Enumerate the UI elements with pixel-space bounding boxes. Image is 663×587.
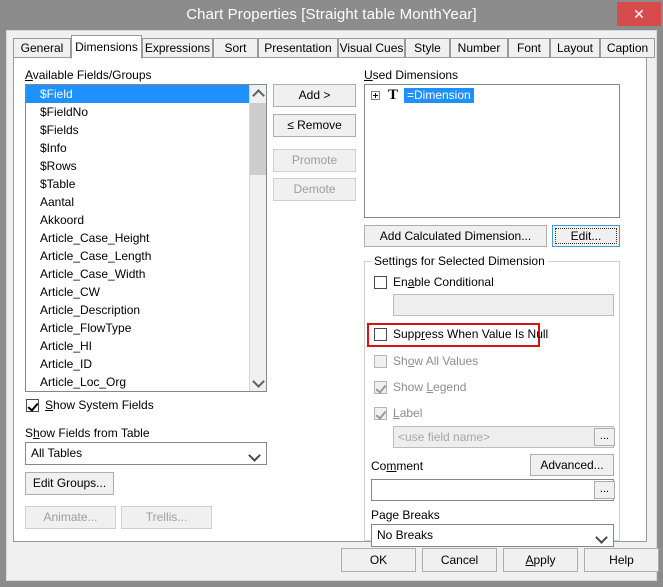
list-item[interactable]: $Fields <box>26 121 249 139</box>
list-item[interactable]: Article_ID <box>26 355 249 373</box>
show-fields-from-table-combo[interactable]: All Tables <box>25 442 267 465</box>
animate-button: Animate... <box>25 506 116 529</box>
tab-caption[interactable]: Caption <box>600 38 655 58</box>
promote-button: Promote <box>273 149 356 172</box>
text-field-icon: T <box>388 87 399 103</box>
list-item[interactable]: $FieldNo <box>26 103 249 121</box>
list-item[interactable]: Article_FlowType <box>26 319 249 337</box>
tab-style[interactable]: Style <box>405 38 450 58</box>
page-breaks-value: No Breaks <box>377 528 434 542</box>
check-icon <box>375 382 387 394</box>
dialog-client: General Dimensions Expressions Sort Pres… <box>6 30 659 581</box>
enable-conditional-checkbox[interactable] <box>374 276 387 289</box>
advanced-button[interactable]: Advanced... <box>530 454 614 476</box>
tree-row[interactable]: T =Dimension <box>365 85 619 105</box>
list-item[interactable]: Article_HI <box>26 337 249 355</box>
available-fields-list[interactable]: $Field $FieldNo $Fields $Info $Rows $Tab… <box>25 84 267 392</box>
label-checkbox <box>374 407 387 420</box>
show-all-values-label: Show All Values <box>393 354 479 368</box>
check-icon <box>375 408 387 420</box>
used-dimensions-label: Used Dimensions <box>364 68 459 82</box>
add-dimension-button[interactable]: Add > <box>273 84 356 107</box>
expand-plus-icon[interactable] <box>371 91 380 100</box>
label-field-browse-button[interactable]: ... <box>594 428 615 446</box>
available-fields-label: Available Fields/Groups <box>25 68 152 82</box>
trellis-button: Trellis... <box>121 506 212 529</box>
scroll-down-icon[interactable] <box>250 374 266 391</box>
show-system-fields-checkbox[interactable] <box>26 399 39 412</box>
show-fields-from-table-label: Show Fields from Table <box>25 426 150 440</box>
comment-label: Comment <box>371 459 424 473</box>
chart-properties-dialog: Chart Properties [Straight table MonthYe… <box>0 0 663 581</box>
window-title: Chart Properties [Straight table MonthYe… <box>186 6 477 23</box>
list-item[interactable]: Article_CW <box>26 283 249 301</box>
settings-group-title: Settings for Selected Dimension <box>371 254 548 268</box>
ok-button[interactable]: OK <box>341 548 416 572</box>
used-dimensions-tree[interactable]: T =Dimension <box>364 84 620 218</box>
title-bar: Chart Properties [Straight table MonthYe… <box>0 0 663 30</box>
list-item[interactable]: $Table <box>26 175 249 193</box>
apply-button[interactable]: Apply <box>503 548 578 572</box>
cancel-button[interactable]: Cancel <box>422 548 497 572</box>
remove-dimension-button[interactable]: ≤ Remove <box>273 114 356 137</box>
edit-dimension-button[interactable]: Edit... <box>552 225 620 247</box>
list-item[interactable]: Akkoord <box>26 211 249 229</box>
scroll-up-icon[interactable] <box>250 85 266 102</box>
focus-outline <box>555 228 617 244</box>
tab-font[interactable]: Font <box>508 38 550 58</box>
show-fields-from-table-value: All Tables <box>31 446 83 460</box>
demote-button: Demote <box>273 178 356 201</box>
suppress-when-value-is-null-checkbox[interactable] <box>374 328 387 341</box>
page-breaks-label: Page Breaks <box>371 508 440 522</box>
list-item[interactable]: Article_Description <box>26 301 249 319</box>
list-item[interactable]: $Rows <box>26 157 249 175</box>
tab-strip: General Dimensions Expressions Sort Pres… <box>13 35 655 59</box>
edit-groups-button[interactable]: Edit Groups... <box>25 472 114 495</box>
tab-visual-cues[interactable]: Visual Cues <box>338 38 405 58</box>
comment-field[interactable] <box>371 479 614 501</box>
show-system-fields-label: Show System Fields <box>45 398 154 412</box>
help-button[interactable]: Help <box>584 548 659 572</box>
check-icon <box>27 400 39 412</box>
enable-conditional-label: Enable Conditional <box>393 275 494 289</box>
available-fields-scrollbar[interactable] <box>249 85 266 391</box>
list-item[interactable]: Aantal <box>26 193 249 211</box>
close-icon[interactable]: ✕ <box>617 2 661 26</box>
show-legend-checkbox <box>374 381 387 394</box>
available-fields-items: $Field $FieldNo $Fields $Info $Rows $Tab… <box>26 85 249 391</box>
add-calculated-dimension-button[interactable]: Add Calculated Dimension... <box>364 225 547 247</box>
tab-general[interactable]: General <box>13 38 71 58</box>
show-all-values-checkbox <box>374 355 387 368</box>
list-item[interactable]: Article_Case_Length <box>26 247 249 265</box>
label-checkbox-label: Label <box>393 406 423 420</box>
show-legend-label: Show Legend <box>393 380 467 394</box>
list-item[interactable]: $Info <box>26 139 249 157</box>
conditional-expression-field <box>393 294 614 316</box>
list-item[interactable]: Article_Case_Width <box>26 265 249 283</box>
tab-presentation[interactable]: Presentation <box>258 38 338 58</box>
tab-dimensions[interactable]: Dimensions <box>71 35 142 59</box>
list-item[interactable]: Article_Loc_Org <box>26 373 249 391</box>
used-dimension-label[interactable]: =Dimension <box>404 88 474 103</box>
tab-number[interactable]: Number <box>450 38 508 58</box>
list-item[interactable]: $Field <box>26 85 249 103</box>
label-field: <use field name> <box>393 426 614 448</box>
dimensions-tab-page: Available Fields/Groups $Field $FieldNo … <box>13 58 647 547</box>
tab-layout[interactable]: Layout <box>550 38 600 58</box>
tab-sort[interactable]: Sort <box>213 38 258 58</box>
tab-expressions[interactable]: Expressions <box>142 38 213 58</box>
dialog-button-bar: OK Cancel Apply Help <box>13 542 659 576</box>
list-item[interactable]: Article_Case_Height <box>26 229 249 247</box>
scrollbar-thumb[interactable] <box>250 103 266 175</box>
comment-browse-button[interactable]: ... <box>594 481 615 499</box>
label-field-placeholder: <use field name> <box>398 430 491 444</box>
suppress-when-value-is-null-label: Suppress When Value Is Null <box>393 327 549 341</box>
chevron-down-icon <box>248 449 261 462</box>
